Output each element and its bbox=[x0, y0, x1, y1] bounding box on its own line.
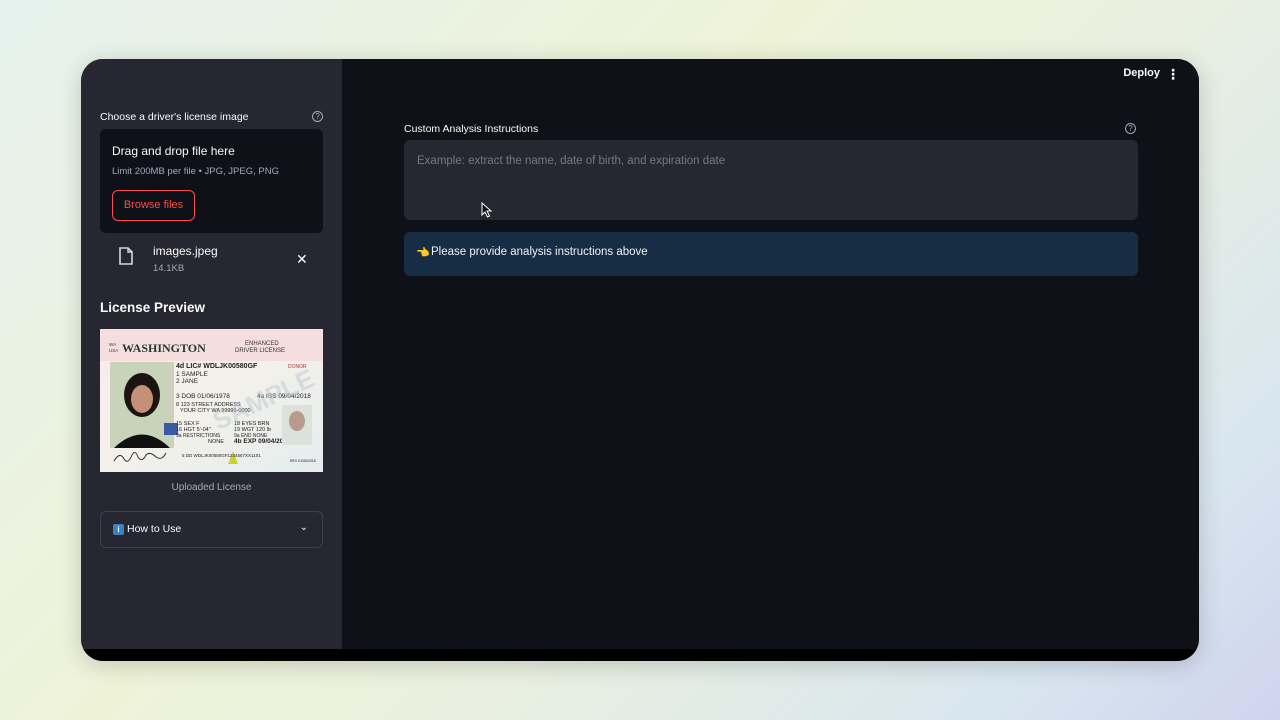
info-alert-text: Please provide analysis instructions abo… bbox=[431, 246, 648, 258]
bottom-bar bbox=[81, 649, 1199, 661]
license-state: WASHINGTON bbox=[122, 341, 206, 355]
uploaded-file-row: images.jpeg 14.1KB ✕ bbox=[100, 239, 323, 279]
mouse-cursor-icon bbox=[481, 202, 493, 218]
deploy-button[interactable]: Deploy bbox=[1123, 67, 1160, 79]
license-dob: 3 DOB 01/06/1978 bbox=[176, 393, 230, 400]
how-to-use-expander[interactable]: i How to Use ⌄ bbox=[100, 511, 323, 548]
chevron-down-icon: ⌄ bbox=[299, 522, 308, 533]
license-dd: 5 DD WDLJK00580GF1234567XX1101 bbox=[182, 453, 261, 458]
remove-file-close-icon[interactable]: ✕ bbox=[296, 251, 308, 268]
license-image: WA USA WASHINGTON ENHANCED DRIVER LICENS… bbox=[100, 329, 323, 472]
license-rev: REV 01/06/2018 bbox=[290, 459, 316, 463]
preview-caption: Uploaded License bbox=[171, 482, 252, 493]
help-icon[interactable]: ? bbox=[1125, 123, 1136, 134]
sidebar: Choose a driver's license image ? Drag a… bbox=[81, 59, 342, 649]
dropzone-limit: Limit 200MB per file • JPG, JPEG, PNG bbox=[112, 166, 279, 177]
info-icon: i bbox=[113, 524, 124, 535]
expander-label: How to Use bbox=[127, 523, 182, 535]
license-first-name: 2 JANE bbox=[176, 378, 199, 385]
license-last-name: 1 SAMPLE bbox=[176, 371, 208, 378]
license-country: USA bbox=[109, 348, 118, 353]
help-icon[interactable]: ? bbox=[312, 111, 323, 122]
dropzone-title: Drag and drop file here bbox=[112, 144, 235, 158]
textarea-label: Custom Analysis Instructions bbox=[404, 123, 539, 135]
file-icon bbox=[119, 247, 133, 265]
license-state-code: WA bbox=[109, 342, 116, 347]
browse-files-button[interactable]: Browse files bbox=[112, 190, 195, 221]
license-lic-no: 4d LIC# WDLJK00580GF bbox=[176, 363, 258, 370]
more-vertical-icon[interactable]: ⋮ bbox=[1166, 67, 1180, 81]
main-content: Deploy ⋮ Custom Analysis Instructions ? … bbox=[342, 59, 1199, 649]
pointing-hand-icon: 👈 bbox=[416, 247, 430, 259]
uploader-label: Choose a driver's license image bbox=[100, 111, 249, 123]
license-restrictions-value: NONE bbox=[208, 439, 224, 445]
file-size: 14.1KB bbox=[153, 263, 185, 274]
info-alert: 👈 Please provide analysis instructions a… bbox=[404, 232, 1138, 276]
license-type-1: ENHANCED bbox=[245, 341, 279, 347]
file-name: images.jpeg bbox=[153, 244, 218, 258]
file-dropzone[interactable]: Drag and drop file here Limit 200MB per … bbox=[100, 129, 323, 233]
license-type-2: DRIVER LICENSE bbox=[235, 348, 285, 354]
analysis-instructions-input[interactable] bbox=[404, 140, 1138, 220]
app-window: Choose a driver's license image ? Drag a… bbox=[81, 59, 1199, 661]
preview-title: License Preview bbox=[100, 300, 206, 315]
